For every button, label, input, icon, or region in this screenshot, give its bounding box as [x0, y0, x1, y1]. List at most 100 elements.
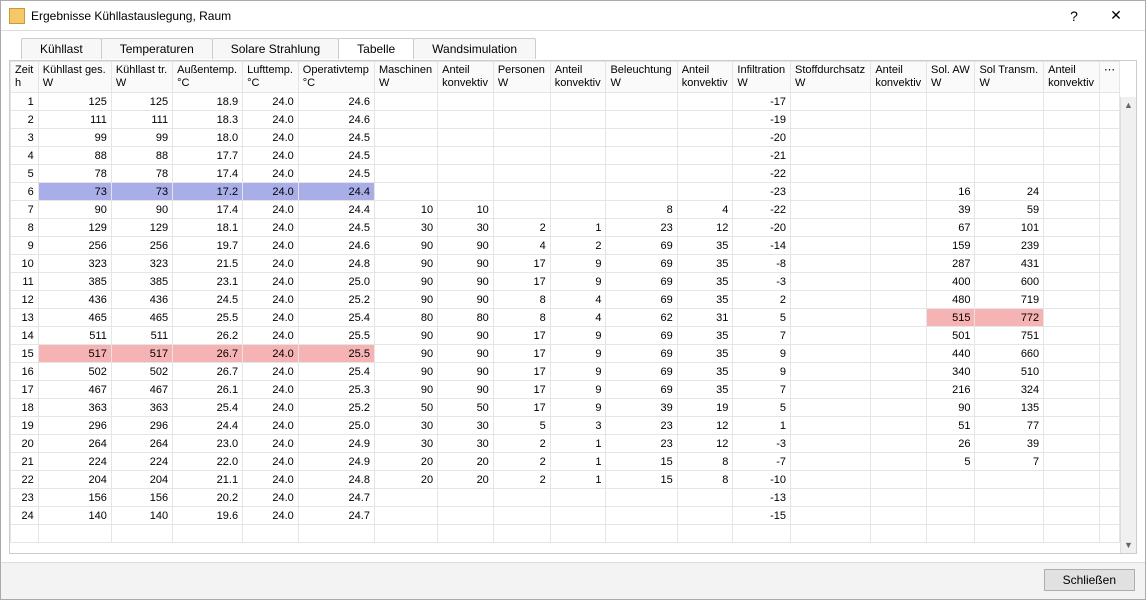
table-row[interactable]: 812912918.124.024.53030212312-2067101: [11, 219, 1136, 237]
table-row[interactable]: 211111118.324.024.6-19: [11, 111, 1136, 129]
cell: 24.0: [243, 309, 299, 327]
cell: 26.1: [173, 381, 243, 399]
cell: [1044, 435, 1100, 453]
cell: [790, 237, 870, 255]
column-header[interactable]: Außentemp.°C: [173, 62, 243, 93]
cell: [871, 345, 927, 363]
column-header[interactable]: Sol Transm.W: [975, 62, 1044, 93]
cell: [374, 183, 437, 201]
cell-zeit: 6: [11, 183, 39, 201]
table-row[interactable]: 2315615620.224.024.7-13: [11, 489, 1136, 507]
titlebar: Ergebnisse Kühllastauslegung, Raum ? ✕: [1, 1, 1145, 31]
scroll-down-arrow-icon[interactable]: ▼: [1121, 537, 1136, 553]
tab-temperaturen[interactable]: Temperaturen: [101, 38, 213, 59]
column-header[interactable]: Anteilkonvektiv: [550, 62, 606, 93]
tab-tabelle[interactable]: Tabelle: [338, 38, 414, 59]
cell: 323: [38, 255, 111, 273]
table-row[interactable]: 925625619.724.024.69090426935-14159239: [11, 237, 1136, 255]
table-row[interactable]: 1451151126.224.025.5909017969357501751: [11, 327, 1136, 345]
cell: 1: [550, 219, 606, 237]
column-header[interactable]: BeleuchtungW: [606, 62, 677, 93]
cell: [493, 507, 550, 525]
tab-solare-strahlung[interactable]: Solare Strahlung: [212, 38, 339, 59]
column-header[interactable]: Lufttemp.°C: [243, 62, 299, 93]
table-row[interactable]: 6737317.224.024.4-231624: [11, 183, 1136, 201]
cell: 5: [733, 309, 791, 327]
cell: 90: [374, 327, 437, 345]
cell: 5: [927, 453, 975, 471]
cell: 2: [493, 435, 550, 453]
cell: [606, 489, 677, 507]
scroll-up-arrow-icon[interactable]: ▲: [1121, 97, 1136, 113]
table-row[interactable]: 1551751726.724.025.5909017969359440660: [11, 345, 1136, 363]
cell: 35: [677, 273, 733, 291]
table-row[interactable]: 5787817.424.024.5-22: [11, 165, 1136, 183]
column-header[interactable]: MaschinenW: [374, 62, 437, 93]
table-row[interactable]: 1032332321.524.024.890901796935-8287431: [11, 255, 1136, 273]
help-button[interactable]: ?: [1053, 2, 1095, 30]
scroll-track[interactable]: [1121, 113, 1136, 537]
table-row[interactable]: 2414014019.624.024.7-15: [11, 507, 1136, 525]
cell: 224: [111, 453, 172, 471]
tab-wandsimulation[interactable]: Wandsimulation: [413, 38, 536, 59]
cell: [493, 489, 550, 507]
cell: 73: [38, 183, 111, 201]
vertical-scrollbar[interactable]: ▲ ▼: [1120, 97, 1136, 553]
cell: 24.6: [298, 111, 374, 129]
cell: 24.0: [243, 417, 299, 435]
column-config-button[interactable]: ⋯: [1100, 62, 1120, 93]
table-row[interactable]: 1243643624.524.025.290908469352480719: [11, 291, 1136, 309]
column-header[interactable]: Anteilkonvektiv: [438, 62, 494, 93]
table-row[interactable]: 4888817.724.024.5-21: [11, 147, 1136, 165]
cell: 30: [374, 435, 437, 453]
column-header[interactable]: Anteilkonvektiv: [677, 62, 733, 93]
table-row[interactable]: 1929629624.424.025.0303053231215177: [11, 417, 1136, 435]
cell: 69: [606, 381, 677, 399]
cell: [927, 93, 975, 111]
cell: 90: [374, 237, 437, 255]
tab-kühllast[interactable]: Kühllast: [21, 38, 102, 59]
table-row[interactable]: 2026426423.024.024.93030212312-32639: [11, 435, 1136, 453]
table-row[interactable]: 1746746726.124.025.3909017969357216324: [11, 381, 1136, 399]
cell-zeit: 21: [11, 453, 39, 471]
cell: 24.0: [243, 93, 299, 111]
cell: 80: [438, 309, 494, 327]
close-button[interactable]: Schließen: [1044, 569, 1135, 591]
cell: [1044, 219, 1100, 237]
column-header[interactable]: Sol. AWW: [927, 62, 975, 93]
column-header[interactable]: InfiltrationW: [733, 62, 791, 93]
table-row[interactable]: 1836336325.424.025.250501793919590135: [11, 399, 1136, 417]
table-row[interactable]: 1138538523.124.025.090901796935-3400600: [11, 273, 1136, 291]
column-header[interactable]: Zeith: [11, 62, 39, 93]
table-container[interactable]: ZeithKühllast ges.WKühllast tr.WAußentem…: [9, 60, 1137, 554]
column-header[interactable]: PersonenW: [493, 62, 550, 93]
close-window-button[interactable]: ✕: [1095, 2, 1137, 30]
cell: 7: [733, 381, 791, 399]
cell: 600: [975, 273, 1044, 291]
column-header[interactable]: Kühllast ges.W: [38, 62, 111, 93]
column-header[interactable]: Anteilkonvektiv: [871, 62, 927, 93]
cell: [871, 237, 927, 255]
table-row[interactable]: 7909017.424.024.4101084-223959: [11, 201, 1136, 219]
cell: [550, 201, 606, 219]
cell: 9: [550, 399, 606, 417]
table-row[interactable]: 1346546525.524.025.480808462315515772: [11, 309, 1136, 327]
table-row[interactable]: 3999918.024.024.5-20: [11, 129, 1136, 147]
cell: 111: [38, 111, 111, 129]
cell: 9: [550, 363, 606, 381]
cell: [790, 255, 870, 273]
column-header[interactable]: Operativtemp°C: [298, 62, 374, 93]
table-row[interactable]: 1650250226.724.025.4909017969359340510: [11, 363, 1136, 381]
cell: 16: [927, 183, 975, 201]
column-header[interactable]: Anteilkonvektiv: [1044, 62, 1100, 93]
cell: -22: [733, 165, 791, 183]
column-header[interactable]: Kühllast tr.W: [111, 62, 172, 93]
table-row[interactable]: 2122422422.024.024.9202021158-757: [11, 453, 1136, 471]
cell: [790, 327, 870, 345]
cell: 24.0: [243, 129, 299, 147]
table-row[interactable]: 2220420421.124.024.8202021158-10: [11, 471, 1136, 489]
cell: 50: [438, 399, 494, 417]
cell: 90: [374, 273, 437, 291]
table-row[interactable]: 112512518.924.024.6-17: [11, 93, 1136, 111]
column-header[interactable]: StoffdurchsatzW: [790, 62, 870, 93]
